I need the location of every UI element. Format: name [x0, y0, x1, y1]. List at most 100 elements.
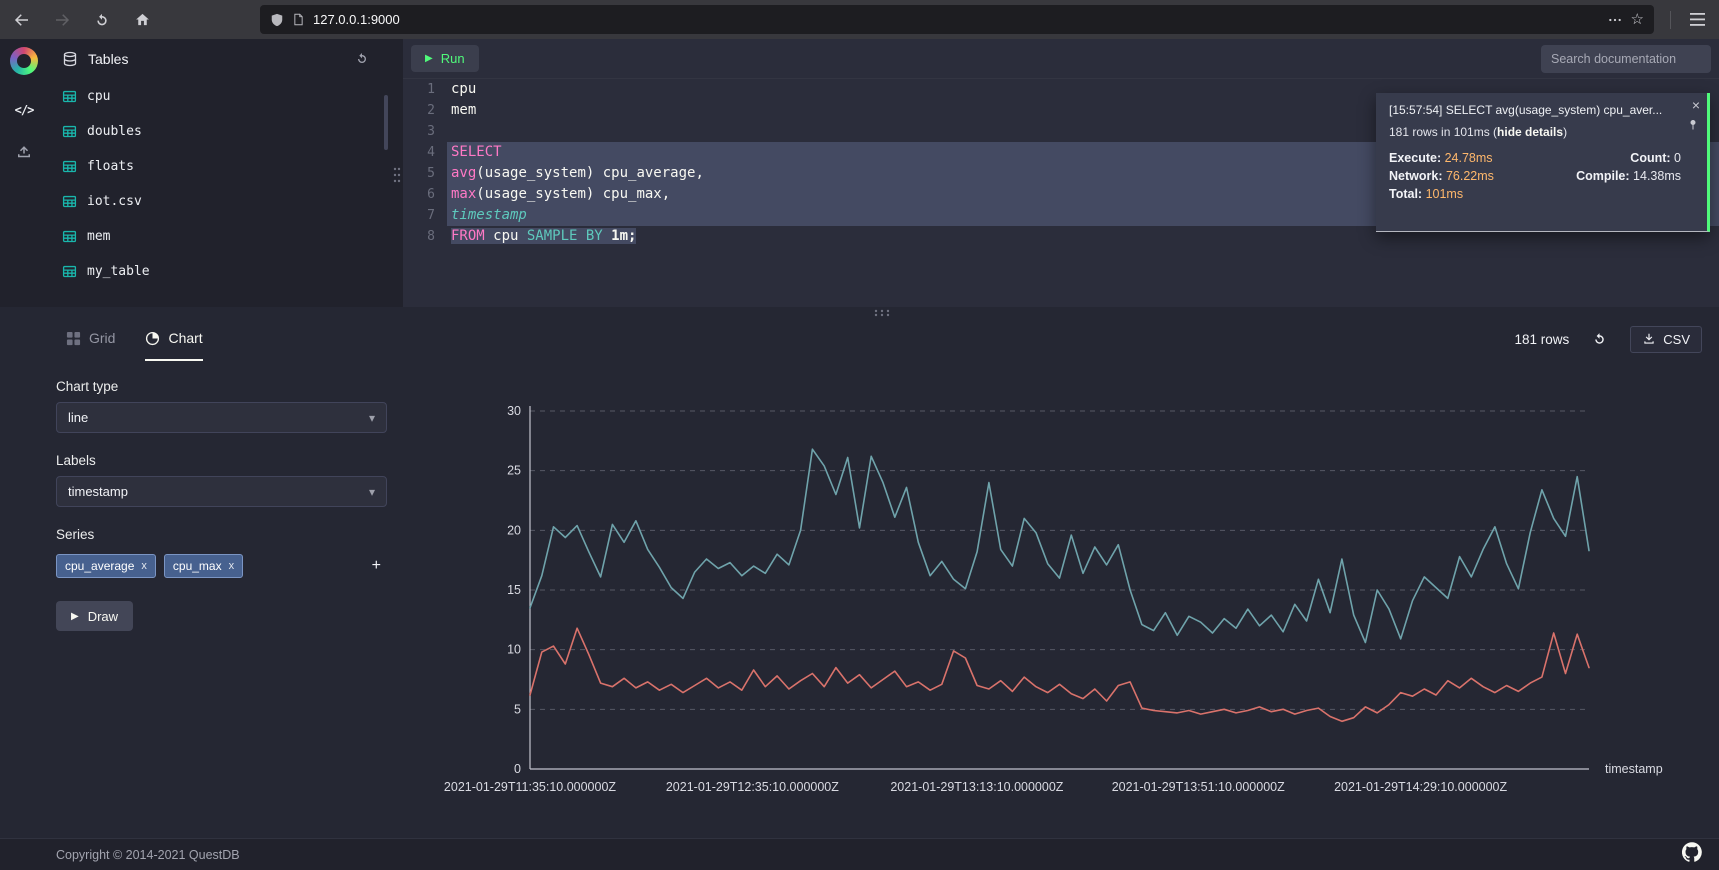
- table-icon: [62, 194, 77, 209]
- table-name: mem: [87, 229, 110, 244]
- tables-header: Tables: [48, 39, 390, 79]
- back-button[interactable]: [10, 8, 34, 32]
- csv-label: CSV: [1663, 332, 1690, 347]
- series-row: cpu_averagexcpu_maxx +: [56, 550, 387, 581]
- bookmark-star-icon[interactable]: ☆: [1631, 12, 1644, 27]
- upload-tray-icon: [15, 143, 33, 161]
- shield-icon[interactable]: [270, 13, 284, 27]
- chart-type-select[interactable]: line ▾: [56, 402, 387, 433]
- query-notification: [15:57:54] SELECT avg(usage_system) cpu_…: [1376, 93, 1710, 232]
- footer: Copyright © 2014-2021 QuestDB: [0, 838, 1719, 870]
- series-chip[interactable]: cpu_maxx: [164, 554, 243, 578]
- forward-arrow-icon: [53, 11, 71, 29]
- tables-panel: Tables cpu doubles floats iot.csv mem my_tabl…: [48, 39, 390, 307]
- csv-button[interactable]: CSV: [1630, 326, 1702, 353]
- svg-text:2021-01-29T13:51:10.000000Z: 2021-01-29T13:51:10.000000Z: [1112, 780, 1285, 794]
- summary-prefix: 181 rows in 101ms (: [1389, 125, 1497, 139]
- home-button[interactable]: [130, 8, 154, 32]
- svg-text:20: 20: [507, 523, 521, 537]
- svg-text:2021-01-29T11:35:10.000000Z: 2021-01-29T11:35:10.000000Z: [444, 780, 616, 794]
- hide-details-link[interactable]: hide details: [1497, 125, 1563, 139]
- table-name: doubles: [87, 124, 142, 139]
- refresh-tables-button[interactable]: [348, 47, 376, 71]
- url-bar[interactable]: 127.0.0.1:9000 ☆: [260, 5, 1654, 34]
- table-icon: [62, 124, 77, 139]
- svg-text:5: 5: [514, 702, 521, 716]
- notification-summary: 181 rows in 101ms (hide details): [1389, 125, 1681, 139]
- notification-pin-button[interactable]: [1687, 119, 1699, 134]
- table-item[interactable]: mem: [48, 219, 390, 254]
- line-number: 7: [403, 205, 447, 226]
- url-text: 127.0.0.1:9000: [313, 12, 400, 27]
- svg-text:25: 25: [507, 464, 521, 478]
- forward-button[interactable]: [50, 8, 74, 32]
- chart-canvas[interactable]: 0510152025302021-01-29T11:35:10.000000Z2…: [400, 400, 1710, 800]
- tab-grid[interactable]: Grid: [66, 317, 115, 361]
- chip-label: cpu_average: [65, 559, 134, 573]
- draw-button[interactable]: ▶ Draw: [56, 601, 133, 631]
- chrome-right-cluster: [1670, 8, 1709, 32]
- refresh-results-button[interactable]: [1585, 327, 1614, 352]
- chart-config: Chart type line ▾ Labels timestamp ▾ Ser…: [56, 379, 387, 631]
- tab-grid-label: Grid: [89, 330, 115, 346]
- download-icon: [1642, 332, 1656, 346]
- stat-network: Network: 76.22ms: [1389, 169, 1552, 183]
- panel-splitter-vertical[interactable]: [390, 39, 403, 307]
- run-button[interactable]: ▶ Run: [411, 45, 479, 72]
- table-item[interactable]: iot.csv: [48, 184, 390, 219]
- menu-button[interactable]: [1685, 8, 1709, 32]
- github-icon: [1682, 842, 1702, 862]
- svg-text:2021-01-29T14:29:10.000000Z: 2021-01-29T14:29:10.000000Z: [1334, 780, 1507, 794]
- drag-handle-icon: [874, 309, 890, 317]
- summary-suffix: ): [1563, 125, 1567, 139]
- search-documentation-input[interactable]: [1541, 45, 1711, 73]
- labels-label: Labels: [56, 453, 387, 468]
- line-number: 6: [403, 184, 447, 205]
- refresh-icon: [1591, 331, 1608, 348]
- line-number: 1: [403, 79, 447, 100]
- series-label: Series: [56, 527, 387, 542]
- table-item[interactable]: cpu: [48, 79, 390, 114]
- toolbar-separator: [1670, 11, 1671, 29]
- github-link[interactable]: [1682, 842, 1702, 867]
- reload-button[interactable]: [90, 8, 114, 32]
- svg-text:30: 30: [507, 404, 521, 418]
- chip-remove-icon[interactable]: x: [229, 560, 235, 572]
- drag-handle-icon: [393, 167, 401, 183]
- play-icon: ▶: [71, 611, 79, 622]
- chip-remove-icon[interactable]: x: [141, 560, 147, 572]
- pin-icon: [1687, 119, 1699, 131]
- questdb-logo[interactable]: [10, 47, 38, 75]
- tab-chart[interactable]: Chart: [145, 317, 202, 361]
- page-info-icon[interactable]: [292, 13, 305, 26]
- reload-icon: [94, 12, 110, 28]
- sql-console-icon[interactable]: </>: [15, 103, 34, 117]
- chevron-down-icon: ▾: [369, 485, 375, 499]
- table-item[interactable]: my_table: [48, 254, 390, 289]
- notification-close-button[interactable]: ×: [1692, 97, 1700, 113]
- import-icon[interactable]: [15, 143, 33, 166]
- results-controls: 181 rows CSV: [1514, 326, 1702, 353]
- draw-label: Draw: [88, 609, 118, 624]
- table-item[interactable]: doubles: [48, 114, 390, 149]
- panel-splitter-horizontal[interactable]: [0, 307, 1719, 317]
- editor-toolbar: ▶ Run: [403, 39, 1719, 79]
- page-actions-icon[interactable]: [1607, 12, 1623, 28]
- chart-type-value: line: [68, 410, 88, 425]
- grid-icon: [66, 331, 81, 346]
- row-count: 181 rows: [1514, 332, 1569, 347]
- table-name: floats: [87, 159, 134, 174]
- svg-text:15: 15: [507, 583, 521, 597]
- labels-value: timestamp: [68, 484, 128, 499]
- svg-text:2021-01-29T13:13:10.000000Z: 2021-01-29T13:13:10.000000Z: [890, 780, 1063, 794]
- refresh-icon: [354, 51, 370, 67]
- series-chip[interactable]: cpu_average x: [56, 554, 156, 578]
- tables-scrollbar[interactable]: [384, 95, 388, 150]
- pie-chart-icon: [145, 331, 160, 346]
- labels-select[interactable]: timestamp ▾: [56, 476, 387, 507]
- chart-type-label: Chart type: [56, 379, 387, 394]
- table-item[interactable]: floats: [48, 149, 390, 184]
- line-number: 4: [403, 142, 447, 163]
- add-series-button[interactable]: +: [366, 555, 387, 577]
- results-toolbar: Grid Chart 181 rows CSV: [0, 317, 1719, 361]
